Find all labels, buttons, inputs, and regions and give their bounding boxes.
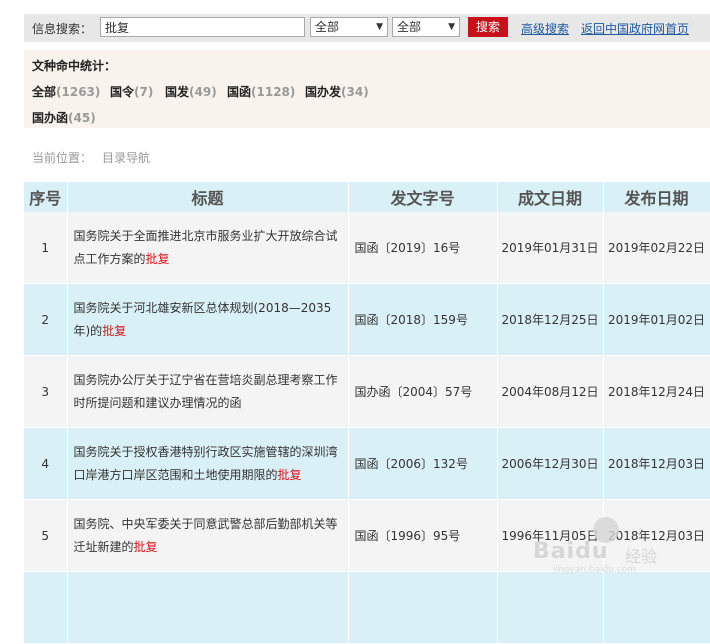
table-row [24, 571, 710, 644]
scope-select[interactable]: 全部 ▼ [392, 17, 460, 37]
cell-no: 1 [24, 212, 68, 284]
stat-guobanhan[interactable]: 国办函(45) [32, 109, 96, 126]
breadcrumb-prefix: 当前位置： [32, 151, 93, 165]
stat-count: (49) [189, 85, 217, 99]
table-row: 1 国务院关于全面推进北京市服务业扩大开放综合试点工作方案的批复 国函〔2019… [24, 212, 710, 284]
stat-guohan[interactable]: 国函(1128) [227, 83, 295, 100]
breadcrumb-item[interactable]: 目录导航 [102, 149, 150, 166]
advanced-search-link[interactable]: 高级搜索 [521, 20, 569, 37]
stat-label: 国函 [227, 85, 252, 99]
cell-no: 4 [24, 427, 68, 500]
search-button[interactable]: 搜索 [468, 17, 508, 37]
cell-doc-number: 国函〔2018〕159号 [348, 283, 498, 356]
stat-label: 国办发 [305, 85, 342, 99]
stat-guofa[interactable]: 国发(49) [165, 83, 217, 100]
cell-written-date: 2004年08月12日 [497, 355, 604, 428]
stat-count: (34) [341, 85, 369, 99]
table-row: 2 国务院关于河北雄安新区总体规划(2018—2035年)的批复 国函〔2018… [24, 283, 710, 356]
cell-doc-number: 国函〔1996〕95号 [348, 499, 498, 572]
stat-label: 国令 [110, 85, 135, 99]
stat-label: 国办函 [32, 111, 69, 125]
doc-type-stats: 文种命中统计： 全部(1263) 国令(7) 国发(49) 国函(1128) 国… [24, 50, 710, 128]
chevron-down-icon: ▼ [448, 22, 455, 32]
doc-type-select[interactable]: 全部 ▼ [310, 17, 388, 37]
stat-count: (45) [68, 111, 96, 125]
title-text[interactable]: 国务院、中央军委关于同意武警总部后勤部机关等迁址新建的 [74, 517, 338, 554]
stat-all[interactable]: 全部(1263) [32, 83, 100, 100]
cell-publish-date: 2019年01月02日 [603, 283, 710, 356]
chevron-down-icon: ▼ [376, 22, 383, 32]
stat-count: (1263) [56, 85, 101, 99]
stat-count: (7) [134, 85, 154, 99]
gov-home-link[interactable]: 返回中国政府网首页 [581, 20, 689, 37]
title-text[interactable]: 国务院关于全面推进北京市服务业扩大开放综合试点工作方案的 [74, 229, 338, 266]
cell-written-date: 2006年12月30日 [497, 427, 604, 500]
search-input[interactable] [100, 17, 305, 37]
cell-doc-number: 国函〔2019〕16号 [348, 212, 498, 284]
cell-title[interactable] [67, 571, 349, 644]
cell-written-date: 2018年12月25日 [497, 283, 604, 356]
cell-publish-date: 2018年12月03日 [603, 427, 710, 500]
col-header-publish-date: 发布日期 [603, 182, 710, 212]
title-highlight[interactable]: 批复 [102, 324, 126, 338]
cell-no: 3 [24, 355, 68, 428]
search-bar: 信息搜索： 全部 ▼ 全部 ▼ 搜索 高级搜索 返回中国政府网首页 [24, 14, 710, 42]
cell-publish-date [603, 571, 710, 644]
cell-title[interactable]: 国务院关于授权香港特别行政区实施管辖的深圳湾口岸港方口岸区范围和土地使用期限的批… [67, 427, 349, 500]
search-label: 信息搜索： [32, 22, 93, 36]
stat-label: 国发 [165, 85, 190, 99]
table-header-row: 序号 标题 发文字号 成文日期 发布日期 [24, 182, 710, 212]
baidu-watermark: Baidu 经验 jingyan.baidu.com [533, 517, 673, 577]
cell-doc-number: 国函〔2006〕132号 [348, 427, 498, 500]
cell-written-date [497, 571, 604, 644]
cell-title[interactable]: 国务院关于河北雄安新区总体规划(2018—2035年)的批复 [67, 283, 349, 356]
cell-title[interactable]: 国务院、中央军委关于同意武警总部后勤部机关等迁址新建的批复 [67, 499, 349, 572]
watermark-brand: Baidu [533, 539, 609, 564]
cell-title[interactable]: 国务院办公厅关于辽宁省在营培炎副总理考察工作时所提问题和建议办理情况的函 [67, 355, 349, 428]
title-highlight[interactable]: 批复 [278, 468, 302, 482]
title-highlight[interactable]: 批复 [134, 540, 158, 554]
stat-guoling[interactable]: 国令(7) [110, 83, 153, 100]
col-header-no: 序号 [24, 182, 68, 212]
cell-title[interactable]: 国务院关于全面推进北京市服务业扩大开放综合试点工作方案的批复 [67, 212, 349, 284]
col-header-written-date: 成文日期 [497, 182, 604, 212]
stat-guobanfa[interactable]: 国办发(34) [305, 83, 369, 100]
scope-select-value: 全部 [397, 20, 422, 34]
col-header-doc-number: 发文字号 [348, 182, 498, 212]
table-row: 3 国务院办公厅关于辽宁省在营培炎副总理考察工作时所提问题和建议办理情况的函 国… [24, 355, 710, 428]
watermark-url: jingyan.baidu.com [553, 565, 637, 575]
table-row: 4 国务院关于授权香港特别行政区实施管辖的深圳湾口岸港方口岸区范围和土地使用期限… [24, 427, 710, 500]
stat-label: 全部 [32, 85, 57, 99]
title-text[interactable]: 国务院办公厅关于辽宁省在营培炎副总理考察工作时所提问题和建议办理情况的函 [74, 373, 338, 410]
cell-publish-date: 2018年12月24日 [603, 355, 710, 428]
cell-no [24, 571, 68, 644]
cell-no: 2 [24, 283, 68, 356]
stats-title: 文种命中统计： [32, 59, 117, 73]
cell-written-date: 2019年01月31日 [497, 212, 604, 284]
col-header-title: 标题 [67, 182, 349, 212]
doc-type-select-value: 全部 [315, 20, 340, 34]
cell-publish-date: 2019年02月22日 [603, 212, 710, 284]
stat-count: (1128) [251, 85, 296, 99]
cell-doc-number [348, 571, 498, 644]
cell-doc-number: 国办函〔2004〕57号 [348, 355, 498, 428]
watermark-suffix: 经验 [625, 547, 658, 566]
cell-no: 5 [24, 499, 68, 572]
title-highlight[interactable]: 批复 [146, 252, 170, 266]
